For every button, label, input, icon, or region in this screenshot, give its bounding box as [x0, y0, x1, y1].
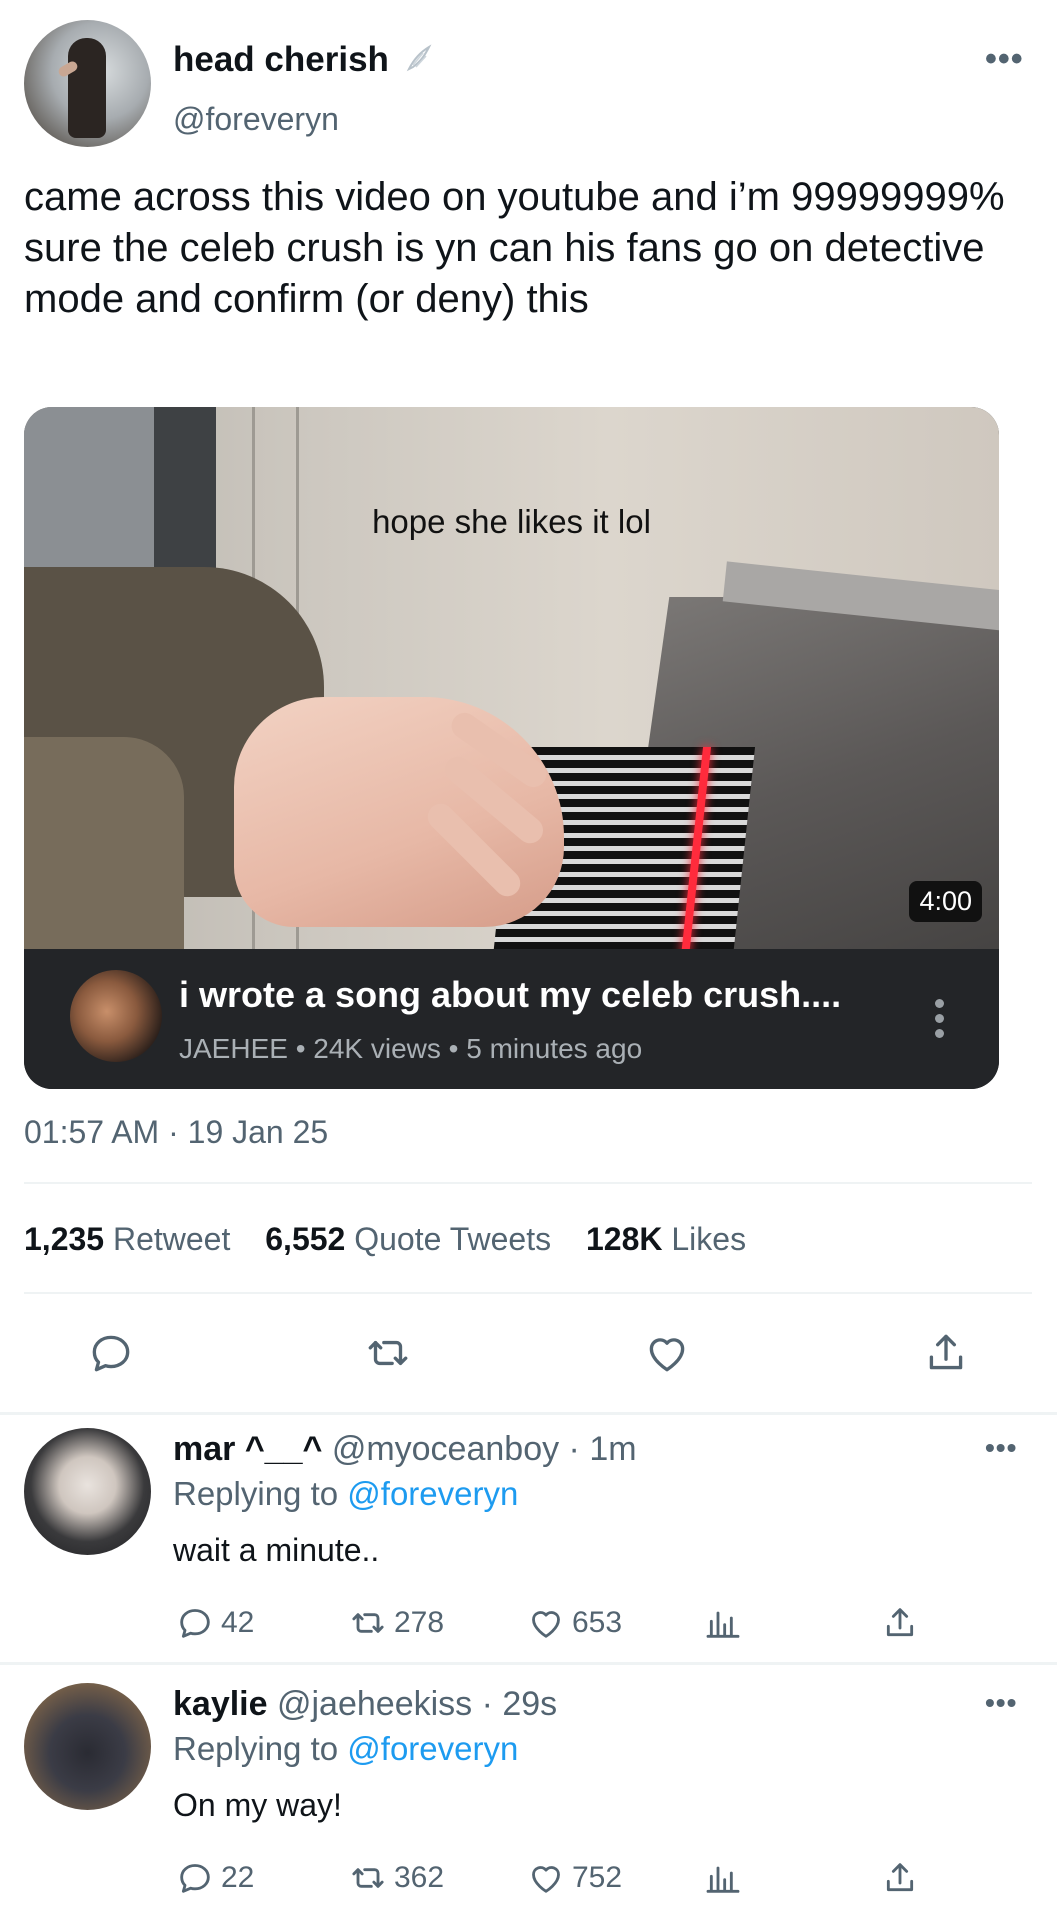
reply-action[interactable]: 22 [175, 1856, 254, 1900]
share-icon[interactable] [880, 1601, 926, 1645]
reply-icon [180, 1609, 210, 1638]
like-action[interactable]: 653 [526, 1601, 622, 1645]
retweet-icon [352, 1613, 384, 1633]
channel-avatar[interactable] [70, 970, 162, 1062]
divider [0, 1412, 1057, 1415]
retweets-stat[interactable]: 1,235 Retweet [24, 1221, 230, 1257]
author-avatar[interactable] [24, 20, 151, 147]
retweet-icon[interactable] [363, 1328, 413, 1378]
share-icon[interactable] [921, 1328, 971, 1378]
reply-icon [180, 1864, 210, 1893]
retweet-icon [352, 1868, 384, 1888]
more-options-icon[interactable]: ••• [985, 40, 1024, 79]
like-icon [532, 1866, 560, 1893]
video-card[interactable]: hope she likes it lol 4:00 i wrote a son… [24, 407, 999, 1089]
reply-header[interactable]: mar ^__^ @myoceanboy · 1m [173, 1430, 637, 1469]
replying-to: Replying to @foreveryn [173, 1475, 519, 1512]
angel-wing-icon [403, 42, 433, 82]
like-icon[interactable] [642, 1328, 692, 1378]
video-thumbnail[interactable]: hope she likes it lol 4:00 [24, 407, 999, 949]
tweet-text: came across this video on youtube and i’… [24, 175, 1005, 321]
video-more-icon[interactable] [934, 999, 946, 1039]
retweet-action[interactable]: 362 [348, 1856, 444, 1900]
divider [0, 1662, 1057, 1665]
reply-header[interactable]: kaylie @jaeheekiss · 29s [173, 1685, 557, 1724]
author-handle[interactable]: @foreveryn [173, 101, 339, 138]
author-display-name[interactable]: head cherish [173, 40, 433, 82]
reply-avatar[interactable] [24, 1683, 151, 1810]
divider [24, 1182, 1032, 1184]
replying-to-link[interactable]: @foreveryn [347, 1730, 518, 1767]
analytics-icon[interactable] [703, 1601, 749, 1645]
reply-icon[interactable] [86, 1328, 136, 1378]
analytics-icon[interactable] [703, 1856, 749, 1900]
video-meta: JAEHEE • 24K views • 5 minutes ago [179, 1033, 643, 1064]
reply-avatar[interactable] [24, 1428, 151, 1555]
share-icon[interactable] [880, 1856, 926, 1900]
replying-to-link[interactable]: @foreveryn [347, 1475, 518, 1512]
retweet-action[interactable]: 278 [348, 1601, 444, 1645]
like-icon [532, 1611, 560, 1638]
more-options-icon[interactable]: ••• [985, 1687, 1017, 1719]
video-title[interactable]: i wrote a song about my celeb crush.... [179, 974, 841, 1016]
tweet-timestamp[interactable]: 01:57 AM · 19 Jan 25 [24, 1114, 328, 1151]
divider [24, 1292, 1032, 1294]
quotes-stat[interactable]: 6,552 Quote Tweets [265, 1221, 551, 1257]
like-action[interactable]: 752 [526, 1856, 622, 1900]
tweet-stats: 1,235 Retweet 6,552 Quote Tweets 128K Li… [24, 1221, 746, 1258]
video-duration-badge: 4:00 [909, 881, 982, 922]
more-options-icon[interactable]: ••• [985, 1432, 1017, 1464]
reply-text: On my way! [173, 1787, 342, 1823]
video-info-bar[interactable]: i wrote a song about my celeb crush.... … [24, 949, 999, 1089]
video-caption: hope she likes it lol [372, 503, 651, 540]
likes-stat[interactable]: 128K Likes [586, 1221, 746, 1257]
reply-text: wait a minute.. [173, 1532, 380, 1568]
reply-action[interactable]: 42 [175, 1601, 254, 1645]
replying-to: Replying to @foreveryn [173, 1730, 519, 1767]
